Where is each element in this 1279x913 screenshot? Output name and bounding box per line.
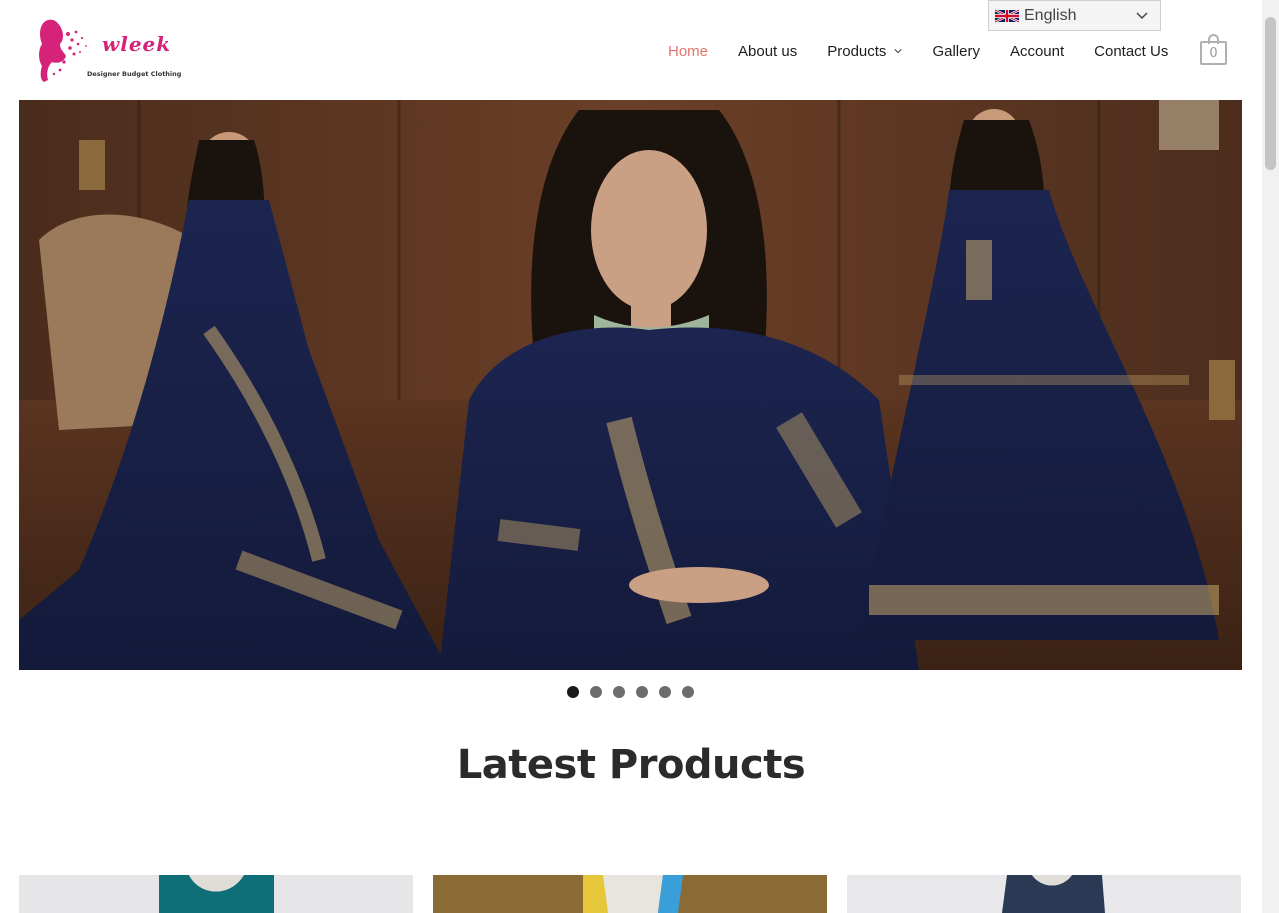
slider-pagination (567, 686, 705, 698)
nav-gallery-label: Gallery (932, 42, 980, 60)
nav-home[interactable]: Home (668, 43, 708, 60)
hero-slider-image[interactable] (19, 100, 1242, 670)
logo-wordmark: wleek (102, 32, 172, 56)
slider-dot-3[interactable] (613, 686, 625, 698)
nav-about-us[interactable]: About us (738, 43, 797, 60)
product-image (19, 875, 413, 913)
slider-dot-4[interactable] (636, 686, 648, 698)
nav-contact-us[interactable]: Contact Us (1094, 43, 1168, 60)
nav-about-label: About us (738, 42, 798, 60)
slider-dot-6[interactable] (682, 686, 694, 698)
uk-flag-icon (995, 8, 1019, 23)
cart-button[interactable]: 0 (1200, 34, 1227, 65)
nav-products-label: Products (827, 42, 887, 60)
site-logo[interactable]: wleek Designer Budget Clothing (34, 14, 181, 86)
section-title: Latest Products (456, 742, 806, 788)
slider-dot-5[interactable] (659, 686, 671, 698)
slider-dot-1[interactable] (567, 686, 579, 698)
main-nav: Home About us Products Gallery Account C… (668, 40, 1198, 62)
cart-count: 0 (1200, 41, 1227, 65)
nav-gallery[interactable]: Gallery (932, 43, 980, 60)
scrollbar-thumb[interactable] (1265, 17, 1276, 170)
nav-products[interactable]: Products (827, 43, 902, 60)
slider-dot-2[interactable] (590, 686, 602, 698)
hero-photo (19, 100, 1242, 670)
product-card-1[interactable] (19, 875, 413, 913)
nav-account-label: Account (1009, 42, 1065, 60)
product-grid (19, 875, 1241, 913)
product-image (847, 875, 1241, 913)
product-card-2[interactable] (433, 875, 827, 913)
site-header: wleek Designer Budget Clothing Home Abou… (0, 0, 1262, 100)
language-selector[interactable]: English (988, 0, 1161, 31)
chevron-down-icon (894, 49, 902, 54)
page-scrollbar[interactable] (1262, 0, 1279, 913)
chevron-down-icon (1136, 12, 1148, 20)
nav-contact-label: Contact Us (1094, 42, 1169, 60)
logo-tagline: Designer Budget Clothing (87, 70, 182, 78)
language-label: English (1024, 6, 1077, 24)
nav-home-label: Home (668, 42, 709, 60)
nav-account[interactable]: Account (1010, 43, 1064, 60)
product-image (433, 875, 827, 913)
product-card-3[interactable] (847, 875, 1241, 913)
